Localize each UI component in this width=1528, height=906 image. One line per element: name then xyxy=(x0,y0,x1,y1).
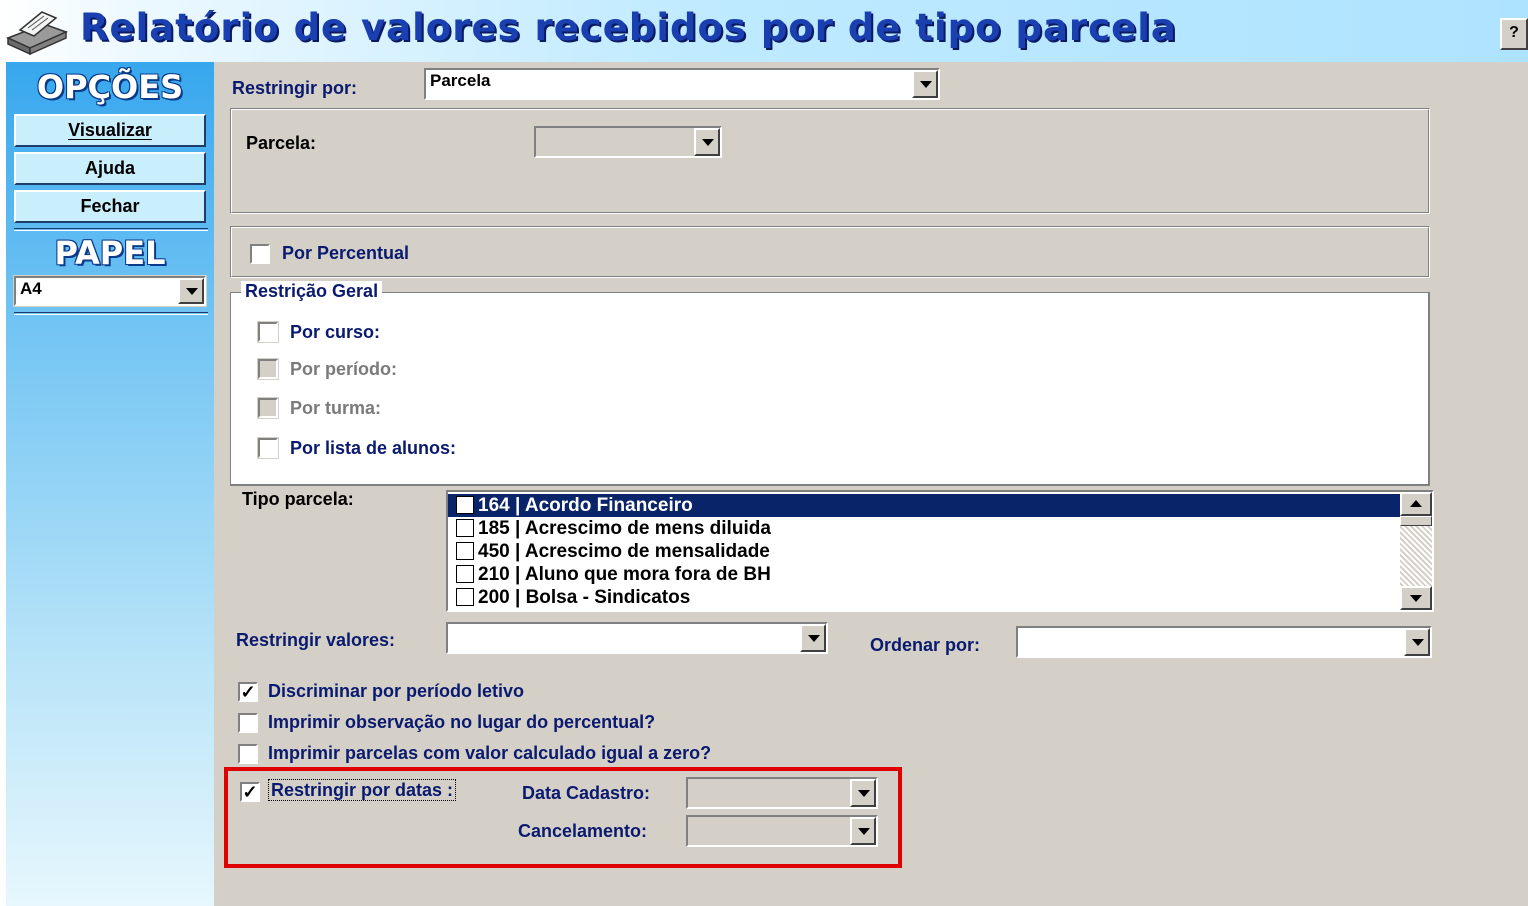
scroll-up-icon[interactable] xyxy=(1400,492,1432,516)
restrict-values-select[interactable] xyxy=(445,621,829,655)
ajuda-label: Ajuda xyxy=(84,158,135,178)
print-observation-label: Imprimir observação no lugar do percentu… xyxy=(268,712,656,732)
chevron-down-icon[interactable] xyxy=(850,817,876,845)
restrict-by-select[interactable]: Parcela xyxy=(423,67,941,101)
chevron-down-icon[interactable] xyxy=(850,779,876,807)
chevron-down-icon[interactable] xyxy=(800,624,826,652)
cancelamento-select[interactable] xyxy=(685,814,879,848)
paper-select-value: A4 xyxy=(20,279,42,298)
parcela-panel xyxy=(230,108,1430,214)
restrict-by-label: Restringir por: xyxy=(232,78,358,98)
general-restriction-legend: Restrição Geral xyxy=(241,281,383,302)
by-student-list-label: Por lista de alunos: xyxy=(290,438,457,458)
restrict-dates-text: Restringir por datas : xyxy=(268,779,457,801)
by-percent-label: Por Percentual xyxy=(282,243,410,263)
by-class-label: Por turma: xyxy=(290,398,382,418)
printer-icon xyxy=(6,11,69,56)
data-cadastro-label: Data Cadastro: xyxy=(522,783,651,803)
scroll-thumb[interactable] xyxy=(1400,516,1432,526)
sidebar-divider-bottom xyxy=(14,312,208,315)
checkbox-icon[interactable] xyxy=(456,542,474,560)
by-period-checkbox[interactable] xyxy=(257,358,279,380)
by-class-checkbox[interactable] xyxy=(257,397,279,419)
restrict-dates-label: Restringir por datas : xyxy=(268,779,457,801)
tipo-parcela-label: Tipo parcela: xyxy=(242,489,354,509)
list-item[interactable]: 185 | Acrescimo de mens diluida xyxy=(448,517,1400,540)
by-period-label: Por período: xyxy=(290,359,397,379)
print-zero-parcels-checkbox[interactable] xyxy=(237,743,259,765)
chevron-down-icon[interactable] xyxy=(912,70,938,98)
chevron-down-icon[interactable] xyxy=(178,278,204,304)
cancelamento-label: Cancelamento: xyxy=(518,821,648,841)
list-item[interactable]: 164 | Acordo Financeiro xyxy=(448,494,1400,517)
checkbox-icon[interactable] xyxy=(456,588,474,606)
by-course-label: Por curso: xyxy=(290,322,381,342)
list-scrollbar[interactable] xyxy=(1400,492,1432,610)
tipo-parcela-list[interactable]: 164 | Acordo Financeiro 185 | Acrescimo … xyxy=(446,490,1434,612)
list-item[interactable]: 200 | Bolsa - Sindicatos xyxy=(448,586,1400,609)
help-button[interactable]: ? xyxy=(1500,18,1528,50)
parcela-select[interactable] xyxy=(533,125,723,159)
paper-heading: PAPEL xyxy=(54,234,166,272)
list-item[interactable]: 450 | Acrescimo de mensalidade xyxy=(448,540,1400,563)
title-bar: Relatório de valores recebidos por de ti… xyxy=(0,0,1528,62)
print-zero-parcels-label: Imprimir parcelas com valor calculado ig… xyxy=(268,743,712,763)
fechar-label: Fechar xyxy=(80,196,140,216)
options-heading: OPÇÕES xyxy=(36,68,184,106)
fechar-button[interactable]: Fechar xyxy=(14,190,206,223)
list-item-text: 450 | Acrescimo de mensalidade xyxy=(478,541,770,562)
paper-select[interactable]: A4 xyxy=(13,275,207,307)
list-item-text: 185 | Acrescimo de mens diluida xyxy=(478,518,771,539)
checkbox-icon[interactable] xyxy=(456,519,474,537)
list-item-text: 164 | Acordo Financeiro xyxy=(478,495,693,516)
window-title: Relatório de valores recebidos por de ti… xyxy=(80,6,1177,49)
by-percent-checkbox[interactable] xyxy=(249,243,271,265)
by-course-checkbox[interactable] xyxy=(257,321,279,343)
discriminate-period-label: Discriminar por período letivo xyxy=(268,681,525,701)
list-item-text: 200 | Bolsa - Sindicatos xyxy=(478,587,691,608)
restrict-by-value: Parcela xyxy=(430,71,491,90)
options-sidebar: OPÇÕES Visualizar Ajuda Fechar PAPEL A4 xyxy=(6,62,214,906)
chevron-down-icon[interactable] xyxy=(1404,628,1430,656)
parcela-label: Parcela: xyxy=(246,133,317,153)
chevron-down-icon[interactable] xyxy=(694,128,720,156)
ajuda-button[interactable]: Ajuda xyxy=(14,152,206,185)
list-item[interactable]: 210 | Aluno que mora fora de BH xyxy=(448,563,1400,586)
scroll-down-icon[interactable] xyxy=(1400,586,1432,610)
restrict-values-label: Restringir valores: xyxy=(236,630,396,650)
visualizar-label: Visualizar xyxy=(68,120,152,140)
order-by-select[interactable] xyxy=(1015,625,1433,659)
percent-panel xyxy=(230,226,1430,278)
discriminate-period-checkbox[interactable]: ✓ xyxy=(237,681,259,703)
checkbox-icon[interactable] xyxy=(456,496,474,514)
order-by-label: Ordenar por: xyxy=(870,635,981,655)
checkbox-icon[interactable] xyxy=(456,565,474,583)
list-item-text: 210 | Aluno que mora fora de BH xyxy=(478,564,771,585)
by-student-list-checkbox[interactable] xyxy=(257,437,279,459)
data-cadastro-select[interactable] xyxy=(685,776,879,810)
print-observation-checkbox[interactable] xyxy=(237,712,259,734)
restrict-dates-checkbox[interactable]: ✓ xyxy=(239,781,261,803)
visualizar-button[interactable]: Visualizar xyxy=(14,114,206,147)
sidebar-divider xyxy=(14,228,208,231)
